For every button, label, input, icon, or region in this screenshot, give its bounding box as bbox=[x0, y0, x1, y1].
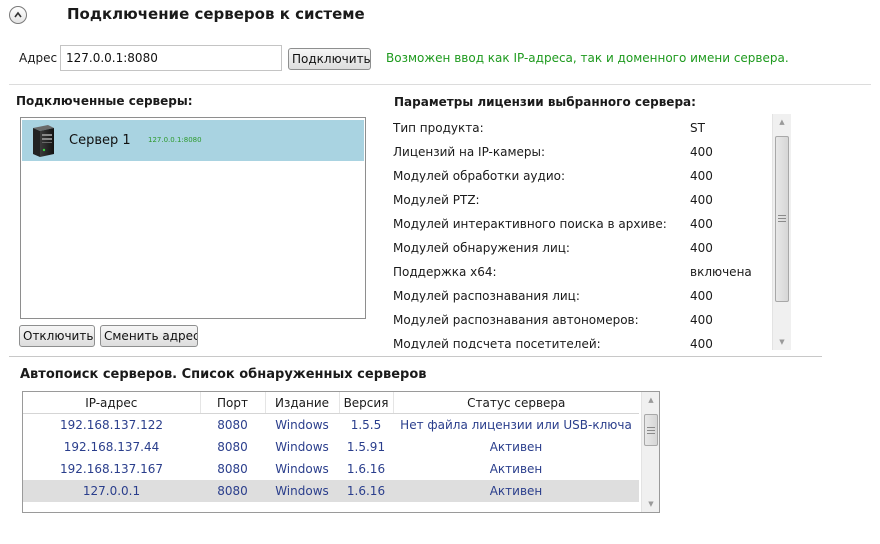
cell-ip: 192.168.137.167 bbox=[59, 462, 164, 476]
grip-line bbox=[778, 215, 786, 216]
autosearch-title: Автопоиск серверов. Список обнаруженных … bbox=[20, 367, 427, 382]
table-row[interactable]: 192.168.137.44 8080 Windows 1.5.91 Актив… bbox=[23, 436, 639, 458]
scroll-down-icon[interactable]: ▼ bbox=[773, 334, 791, 350]
license-title: Параметры лицензии выбранного сервера: bbox=[394, 95, 696, 109]
cell-version: 1.5.5 bbox=[350, 418, 382, 432]
disconnect-button[interactable]: Отключить bbox=[19, 325, 95, 347]
table-row[interactable]: 192.168.137.167 8080 Windows 1.6.16 Акти… bbox=[23, 458, 639, 480]
grip-line bbox=[778, 218, 786, 219]
cell-ip: 127.0.0.1 bbox=[23, 480, 200, 502]
license-label: Модулей распознавания лиц: bbox=[393, 289, 580, 303]
license-list: Тип продукта: ST Лицензий на IP-камеры: … bbox=[393, 116, 790, 349]
address-input[interactable] bbox=[60, 45, 282, 71]
license-value: ST bbox=[690, 121, 705, 135]
license-label: Поддержка x64: bbox=[393, 265, 497, 279]
scroll-down-icon[interactable]: ▼ bbox=[642, 496, 659, 512]
cell-port: 8080 bbox=[217, 462, 248, 476]
server-tower-icon bbox=[33, 125, 54, 157]
section-divider bbox=[9, 84, 871, 85]
connect-hint: Возможен ввод как IP-адреса, так и домен… bbox=[386, 51, 789, 65]
grip-line bbox=[647, 433, 655, 434]
server-address: 127.0.0.1:8080 bbox=[148, 136, 202, 144]
connect-section-title: Подключение серверов к системе bbox=[67, 5, 365, 23]
license-row: Модулей распознавания лиц: 400 bbox=[393, 284, 773, 308]
license-value: 400 bbox=[690, 313, 713, 327]
license-label: Тип продукта: bbox=[393, 121, 484, 135]
server-name: Сервер 1 bbox=[69, 133, 131, 148]
column-header-edition[interactable]: Издание bbox=[265, 392, 340, 414]
license-row: Модулей подсчета посетителей: 400 bbox=[393, 332, 773, 349]
license-label: Модулей интерактивного поиска в архиве: bbox=[393, 217, 667, 231]
license-value: 400 bbox=[690, 241, 713, 255]
license-row: Лицензий на IP-камеры: 400 bbox=[393, 140, 773, 164]
cell-port: 8080 bbox=[217, 418, 248, 432]
column-header-port[interactable]: Порт bbox=[200, 392, 266, 414]
scroll-up-icon[interactable]: ▲ bbox=[773, 114, 791, 130]
cell-version: 1.6.16 bbox=[346, 462, 386, 476]
license-row: Поддержка x64: включена bbox=[393, 260, 773, 284]
license-value: 400 bbox=[690, 145, 713, 159]
servers-grid: IP-адрес Порт Издание Версия Статус серв… bbox=[23, 392, 639, 502]
connected-servers-title: Подключенные серверы: bbox=[16, 94, 193, 108]
column-header-status[interactable]: Статус сервера bbox=[393, 392, 639, 414]
table-row[interactable]: 192.168.137.122 8080 Windows 1.5.5 Нет ф… bbox=[23, 414, 639, 437]
table-scrollbar[interactable]: ▲ ▼ bbox=[641, 392, 659, 512]
license-row: Модулей интерактивного поиска в архиве: … bbox=[393, 212, 773, 236]
license-value: 400 bbox=[690, 289, 713, 303]
cell-version: 1.5.91 bbox=[346, 440, 386, 454]
license-label: Модулей подсчета посетителей: bbox=[393, 337, 601, 349]
license-row: Модулей обнаружения лиц: 400 bbox=[393, 236, 773, 260]
license-row: Тип продукта: ST bbox=[393, 116, 773, 140]
collapse-button[interactable] bbox=[9, 6, 27, 24]
scroll-thumb[interactable] bbox=[644, 414, 658, 446]
list-item[interactable]: Сервер 1 127.0.0.1:8080 bbox=[22, 120, 364, 161]
address-label: Адрес bbox=[19, 51, 58, 65]
cell-edition: Windows bbox=[265, 480, 339, 502]
cell-ip: 192.168.137.44 bbox=[63, 440, 160, 454]
connect-button[interactable]: Подключить bbox=[288, 48, 371, 70]
cell-status: Активен bbox=[393, 480, 639, 502]
cell-status: Активен bbox=[489, 462, 543, 476]
license-value: 400 bbox=[690, 169, 713, 183]
license-label: Модулей PTZ: bbox=[393, 193, 480, 207]
license-row: Модулей PTZ: 400 bbox=[393, 188, 773, 212]
table-row[interactable]: 127.0.0.1 8080 Windows 1.6.16 Активен bbox=[23, 480, 639, 502]
section-divider bbox=[9, 356, 822, 357]
grip-line bbox=[647, 427, 655, 428]
license-row: Модулей распознавания автономеров: 400 bbox=[393, 308, 773, 332]
license-label: Лицензий на IP-камеры: bbox=[393, 145, 546, 159]
chevron-up-icon bbox=[14, 11, 22, 18]
scroll-thumb[interactable] bbox=[775, 136, 789, 302]
cell-ip: 192.168.137.122 bbox=[59, 418, 164, 432]
license-label: Модулей обнаружения лиц: bbox=[393, 241, 570, 255]
cell-status: Активен bbox=[489, 440, 543, 454]
license-value: включена bbox=[690, 265, 752, 279]
status-text: Нет файла лицензии или USB-ключа bbox=[400, 418, 632, 432]
license-value: 400 bbox=[690, 217, 713, 231]
cell-status: Нет файла лицензии или USB-ключа bbox=[393, 414, 639, 437]
cell-version: 1.6.16 bbox=[339, 480, 393, 502]
cell-edition: Windows bbox=[275, 440, 329, 454]
license-scrollbar[interactable]: ▲ ▼ bbox=[772, 114, 791, 350]
license-value: 400 bbox=[690, 193, 713, 207]
table-header-row: IP-адрес Порт Издание Версия Статус серв… bbox=[23, 392, 639, 414]
grip-line bbox=[778, 221, 786, 222]
grip-line bbox=[647, 430, 655, 431]
connected-servers-list[interactable]: Сервер 1 127.0.0.1:8080 bbox=[20, 117, 366, 319]
column-header-version[interactable]: Версия bbox=[339, 392, 394, 414]
license-row: Модулей обработки аудио: 400 bbox=[393, 164, 773, 188]
license-label: Модулей обработки аудио: bbox=[393, 169, 566, 183]
cell-edition: Windows bbox=[275, 462, 329, 476]
cell-port: 8080 bbox=[200, 480, 265, 502]
scroll-up-icon[interactable]: ▲ bbox=[642, 392, 659, 408]
column-header-ip[interactable]: IP-адрес bbox=[23, 392, 201, 414]
license-label: Модулей распознавания автономеров: bbox=[393, 313, 639, 327]
change-address-button[interactable]: Сменить адрес bbox=[100, 325, 198, 347]
cell-port: 8080 bbox=[217, 440, 248, 454]
discovered-servers-table[interactable]: IP-адрес Порт Издание Версия Статус серв… bbox=[22, 391, 660, 513]
license-value: 400 bbox=[690, 337, 713, 349]
cell-edition: Windows bbox=[275, 418, 329, 432]
